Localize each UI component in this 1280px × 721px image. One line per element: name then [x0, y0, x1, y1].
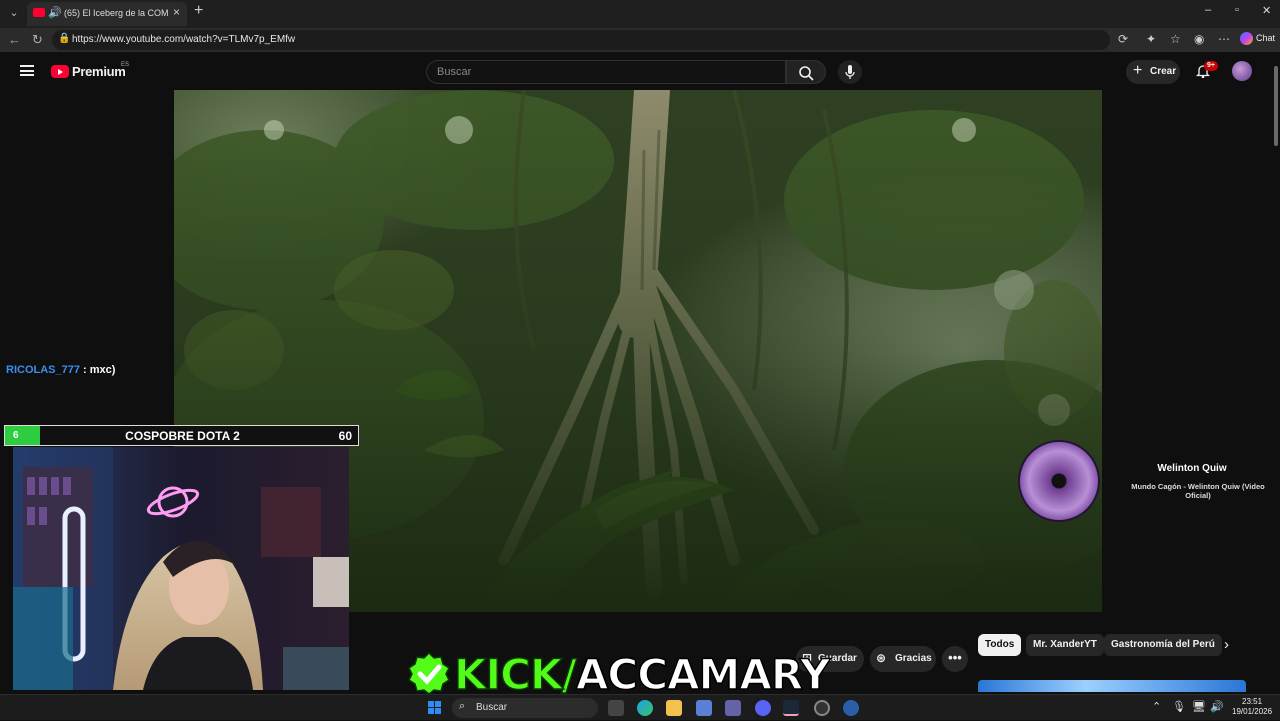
avatar[interactable] — [1232, 61, 1252, 81]
plus-icon: + — [1133, 62, 1143, 79]
voice-search-button[interactable] — [838, 60, 862, 84]
search-input[interactable]: Buscar — [426, 60, 786, 84]
goal-target: 60 — [338, 429, 352, 443]
notification-badge: 9+ — [1204, 61, 1218, 71]
minimize-icon[interactable]: – — [1205, 4, 1211, 16]
copilot-chat-button[interactable]: Chat — [1240, 32, 1275, 45]
goal-current: 6 — [13, 430, 19, 441]
youtube-header: Premium ES Buscar + Crear 9+ — [0, 52, 1280, 90]
steam-icon[interactable] — [783, 700, 799, 716]
extensions-icon[interactable]: ⟳ — [1118, 32, 1128, 46]
kick-prefix: KICK/ — [453, 649, 577, 700]
browser-tab[interactable]: 🔊 (65) El Iceberg de la COMIDA × — [27, 2, 187, 26]
chip-mr-xanderyt[interactable]: Mr. XanderYT — [1026, 634, 1104, 656]
kick-banner-text: KICK/ACCAMARY — [453, 649, 831, 700]
copilot-icon — [1240, 32, 1253, 45]
edge-icon[interactable] — [637, 700, 653, 716]
thanks-label: Gracias — [895, 653, 932, 664]
clock-date: 19/01/2026 — [1232, 707, 1273, 716]
thanks-button[interactable]: ⊛ Gracias — [870, 646, 936, 672]
task-view-icon[interactable] — [608, 700, 624, 716]
video-thumbnail[interactable] — [978, 680, 1246, 692]
more-actions-button[interactable]: ••• — [942, 646, 968, 672]
back-icon[interactable]: ← — [8, 32, 21, 47]
url-text: https://www.youtube.com/watch?v=TLMv7p_E… — [72, 34, 296, 45]
kick-handle: ACCAMARY — [575, 649, 831, 700]
windows-taskbar: ⌕ Buscar ⌃ 🎙 🖥 🔊 23:51 19/01/2026 — [0, 694, 1280, 720]
tray-network-icon[interactable]: 🖥 — [1192, 700, 1206, 713]
youtube-brand[interactable]: Premium — [72, 64, 126, 79]
chat-text: mxc) — [89, 364, 116, 376]
hamburger-icon[interactable] — [20, 65, 34, 76]
menu-dots-icon[interactable]: ⋯ — [1218, 32, 1230, 46]
youtube-logo-icon[interactable] — [51, 65, 69, 78]
search-icon — [799, 66, 814, 81]
profile-icon[interactable]: ◉ — [1194, 32, 1204, 46]
create-button[interactable]: + Crear — [1126, 60, 1180, 84]
tray-volume-icon[interactable]: 🔊 — [1210, 700, 1224, 713]
chip-todos[interactable]: Todos — [978, 634, 1022, 656]
chat-username: RICOLAS_777 — [6, 364, 80, 376]
stream-chat-message: RICOLAS_777 : mxc) — [6, 364, 115, 376]
side-area — [1102, 90, 1280, 612]
now-playing-artist: Welinton Quiw — [1157, 463, 1227, 474]
streamer-webcam — [13, 447, 349, 690]
lock-icon: 🔒 — [58, 33, 71, 44]
search-placeholder: Buscar — [437, 66, 472, 78]
create-label: Crear — [1150, 66, 1177, 77]
browser-tab-bar: ⌄ 🔊 (65) El Iceberg de la COMIDA × + – ▫… — [0, 0, 1280, 28]
clock-time: 23:51 — [1242, 697, 1263, 706]
file-explorer-icon[interactable] — [666, 700, 682, 716]
window-close-icon[interactable]: ✕ — [1262, 4, 1271, 17]
speaker-icon[interactable]: 🔊 — [48, 6, 62, 19]
favorites-icon[interactable]: ☆ — [1170, 32, 1181, 46]
teams-icon[interactable] — [725, 700, 741, 716]
album-disc-icon — [1018, 440, 1100, 522]
maximize-icon[interactable]: ▫ — [1235, 4, 1239, 16]
kick-check-icon — [408, 652, 450, 694]
refresh-icon[interactable]: ↻ — [32, 32, 43, 48]
settings-icon[interactable] — [843, 700, 859, 716]
youtube-favicon-icon — [33, 8, 45, 17]
chip-gastronomia-del-peru[interactable]: Gastronomía del Perú — [1104, 634, 1222, 656]
close-tab-icon[interactable]: × — [173, 5, 180, 19]
taskbar-clock[interactable]: 23:51 19/01/2026 — [1232, 697, 1272, 717]
taskbar-search-placeholder: Buscar — [476, 702, 508, 713]
store-icon[interactable] — [696, 700, 712, 716]
now-playing-song: Mundo Cagón - Welinton Quiw (Video Ofici… — [1131, 482, 1265, 500]
discord-icon[interactable] — [755, 700, 771, 716]
new-tab-icon[interactable]: + — [194, 2, 203, 20]
tab-title: (65) El Iceberg de la COMIDA — [64, 8, 169, 18]
tab-menu-icon[interactable]: ⌄ — [6, 5, 22, 21]
chat-separator: : — [79, 364, 90, 376]
webcam-image — [13, 447, 349, 690]
tray-chevron-icon[interactable]: ⌃ — [1152, 700, 1161, 713]
region-label: ES — [121, 62, 130, 68]
browser-address-bar: ← ↻ 🔒 https://www.youtube.com/watch?v=TL… — [0, 28, 1280, 52]
page-scrollbar[interactable] — [1272, 56, 1280, 686]
taskbar-search-input[interactable]: ⌕ Buscar — [452, 698, 598, 718]
obs-icon[interactable] — [814, 700, 830, 716]
scrollbar-thumb[interactable] — [1274, 66, 1278, 146]
goal-name: COSPOBRE DOTA 2 — [125, 429, 240, 443]
chevron-right-icon[interactable]: › — [1224, 636, 1229, 653]
now-playing-card: Welinton Quiw Mundo Cagón - Welinton Qui… — [1018, 440, 1266, 522]
puzzle-icon[interactable]: ✦ — [1146, 32, 1156, 46]
chat-label: Chat — [1256, 32, 1276, 43]
windows-start-icon[interactable] — [428, 701, 442, 715]
mic-icon — [845, 65, 855, 79]
goal-progress-bar: COSPOBRE DOTA 2 6 60 — [4, 425, 359, 446]
search-button[interactable] — [786, 60, 826, 84]
tray-mic-icon[interactable]: 🎙 — [1172, 700, 1186, 713]
url-field[interactable]: 🔒 https://www.youtube.com/watch?v=TLMv7p… — [52, 30, 1110, 50]
taskbar-search-icon: ⌕ — [459, 700, 466, 712]
thanks-icon: ⊛ — [876, 651, 887, 665]
